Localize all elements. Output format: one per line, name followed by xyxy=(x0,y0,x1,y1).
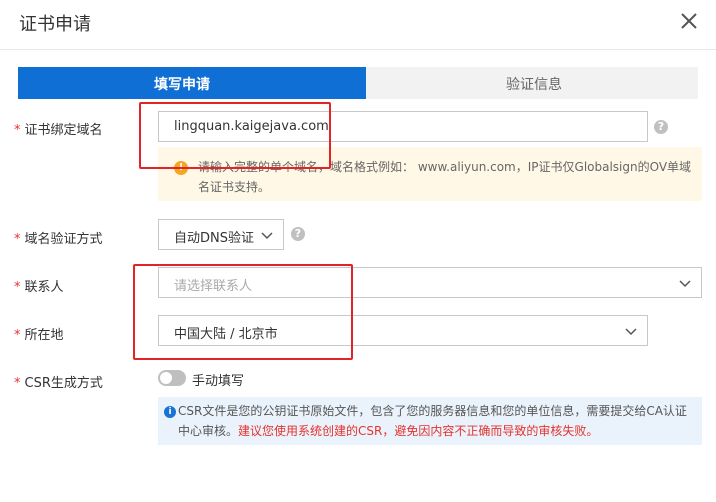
toggle-knob xyxy=(160,372,172,384)
csr-manual-toggle[interactable] xyxy=(158,370,186,386)
location-select[interactable]: 中国大陆 / 北京市 xyxy=(158,315,648,346)
required-mark: * xyxy=(14,376,21,391)
chevron-down-icon xyxy=(625,328,637,336)
verify-method-select[interactable]: 自动DNS验证 xyxy=(158,219,284,250)
csr-info-text: CSR文件是您的公钥证书原始文件，包含了您的服务器信息和您的单位信息，需要提交给… xyxy=(178,404,687,438)
domain-label: * 证书绑定域名 xyxy=(14,123,103,138)
domain-input-value: lingquan.kaigejava.com xyxy=(174,119,329,134)
contact-select[interactable]: 请选择联系人 xyxy=(158,267,702,298)
required-mark: * xyxy=(14,328,21,343)
required-mark: * xyxy=(14,123,21,138)
csr-info: i CSR文件是您的公钥证书原始文件，包含了您的服务器信息和您的单位信息，需要提… xyxy=(158,397,702,445)
verify-method-label: * 域名验证方式 xyxy=(14,232,103,247)
dialog-header: 证书申请 xyxy=(0,0,716,50)
warning-text: 请输入完整的单个域名，域名格式例如： www.aliyun.com，IP证书仅G… xyxy=(198,160,692,194)
step-indicator: 填写申请 验证信息 xyxy=(18,67,698,99)
csr-info-warning: 建议您使用系统创建的CSR，避免因内容不正确而导致的审核失败。 xyxy=(238,424,599,438)
location-value: 中国大陆 / 北京市 xyxy=(174,327,278,342)
csr-label: * CSR生成方式 xyxy=(14,376,103,391)
dialog-title: 证书申请 xyxy=(19,14,91,35)
close-icon[interactable] xyxy=(678,10,700,32)
help-icon[interactable]: ? xyxy=(654,120,668,134)
step-fill-application: 填写申请 xyxy=(18,67,382,99)
contact-label: * 联系人 xyxy=(14,280,64,295)
verify-method-value: 自动DNS验证 xyxy=(174,231,254,246)
required-mark: * xyxy=(14,280,21,295)
location-label: * 所在地 xyxy=(14,328,64,343)
csr-toggle-label: 手动填写 xyxy=(192,374,245,389)
help-icon[interactable]: ? xyxy=(291,227,305,241)
step-label: 填写申请 xyxy=(154,77,210,93)
step-label: 验证信息 xyxy=(506,77,562,93)
contact-placeholder: 请选择联系人 xyxy=(174,279,253,294)
domain-input[interactable]: lingquan.kaigejava.com xyxy=(158,111,648,142)
chevron-down-icon xyxy=(679,280,691,288)
domain-warning: ! 请输入完整的单个域名，域名格式例如： www.aliyun.com，IP证书… xyxy=(158,147,702,201)
warning-icon: ! xyxy=(174,161,188,175)
chevron-down-icon xyxy=(261,232,273,240)
info-icon: i xyxy=(164,406,176,418)
step-verify-info: 验证信息 xyxy=(366,67,698,99)
required-mark: * xyxy=(14,232,21,247)
